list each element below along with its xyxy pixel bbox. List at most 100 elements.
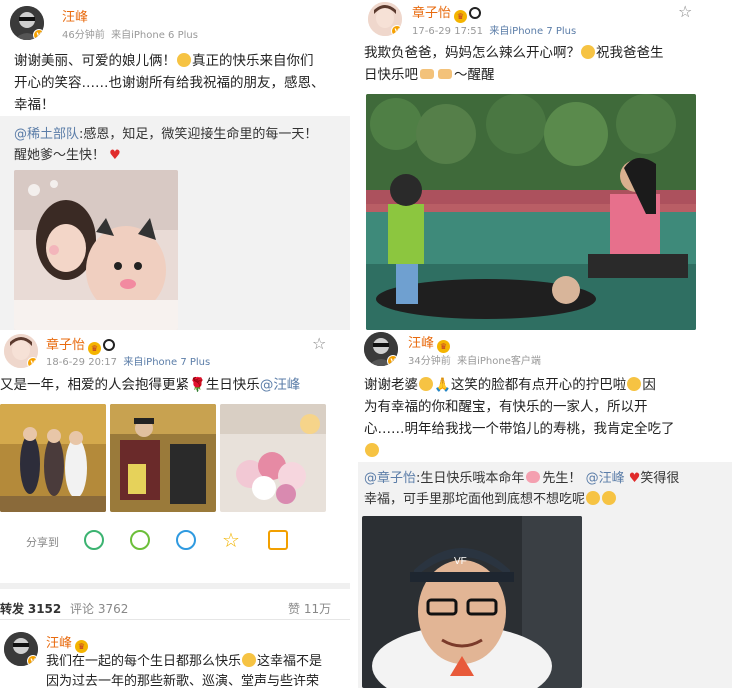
text-line: 因为过去一年的那些新歌、巡演、堂声与些许荣 <box>46 674 320 688</box>
post-source: 来自iPhone 7 Plus <box>123 357 211 368</box>
left-column: v 汪峰 46分钟前 来自iPhone 6 Plus 谢谢美丽、可爱的娘儿俩！ 真… <box>0 0 350 688</box>
heart-emoji-icon: ♥ <box>109 148 121 163</box>
qzone-icon[interactable]: ☆ <box>222 528 240 552</box>
username[interactable]: 章子怡 ♛ <box>412 2 482 23</box>
text-line: 日快乐吧 <box>364 67 418 83</box>
text-line: 心……明年给我找一个带馅儿的寿桃，我肯定全吃了 <box>364 421 675 437</box>
post-text: 我欺负爸爸，妈妈怎么辣么开心啊？ 祝我爸爸生 日快乐吧 ～醒醒 <box>364 42 714 86</box>
star-icon[interactable]: ☆ <box>678 2 692 21</box>
photo-park-family[interactable] <box>366 94 696 330</box>
photo-family-2[interactable] <box>110 404 216 512</box>
post-text: 我们在一起的每个生日都那么快乐 这幸福不是 因为过去一年的那些新歌、巡演、堂声与些… <box>46 652 350 688</box>
share-label: 分享到 <box>26 536 59 549</box>
cake-emoji-icon <box>438 69 452 79</box>
post-meta: 18-6-29 20:17 来自iPhone 7 Plus <box>46 353 210 368</box>
post-time: 18-6-29 20:17 <box>46 357 118 368</box>
panda-badge-icon <box>103 339 116 351</box>
star-icon[interactable]: ☆ <box>312 334 326 353</box>
stats-row: 转发 3152 评论 3762 赞 11万 <box>0 592 350 620</box>
post-time: 46分钟前 <box>62 30 105 41</box>
photo-man-cap[interactable]: VF <box>362 516 582 688</box>
username[interactable]: 章子怡 ♛ <box>46 334 116 355</box>
heart-emoji-icon: ♥ <box>628 471 641 486</box>
username[interactable]: 汪峰 ♛ <box>408 332 451 353</box>
repost-box[interactable]: @稀土部队:感恩，知足，微笑迎接生命里的每一天！ 醒她爹～生快！ ♥ <box>0 116 350 330</box>
text-line: 又是一年，相爱的人会抱得更紧 <box>0 377 189 393</box>
pig-emoji-icon <box>526 471 541 483</box>
photo-family-1[interactable] <box>0 404 106 512</box>
mention-link[interactable]: @章子怡 <box>364 471 416 486</box>
text-line: 幸福！ <box>14 97 55 113</box>
avatar[interactable]: v <box>368 2 402 36</box>
repost-box[interactable]: @章子怡:生日快乐哦本命年 先生！ @汪峰 ♥笑得很 幸福，可手里那坨面他到底想不… <box>358 462 732 688</box>
text-line: 为有幸福的你和醒宝，有快乐的一家人，所以开 <box>364 399 648 415</box>
text-line: 这幸福不是 <box>257 654 323 669</box>
text-line: 我们在一起的每个生日都那么快乐 <box>46 654 242 669</box>
text-line: 谢谢老婆 <box>364 377 418 393</box>
username[interactable]: 汪峰 ♛ <box>46 632 89 653</box>
text-line: 先生！ <box>542 471 582 486</box>
avatar[interactable]: v <box>4 334 38 368</box>
text-line: 笑得很 <box>640 471 680 486</box>
post-text: 谢谢美丽、可爱的娘儿俩！ 真正的快乐来自你们 开心的笑容……也谢谢所有给我祝福的朋… <box>14 50 344 116</box>
post-source: 来自iPhone 7 Plus <box>489 26 577 37</box>
smile-emoji-icon <box>242 653 257 667</box>
post-meta: 34分钟前 来自iPhone客户端 <box>408 352 541 367</box>
qq-icon[interactable] <box>176 530 196 550</box>
avatar[interactable]: v <box>364 332 398 366</box>
username-text: 汪峰 <box>46 636 73 651</box>
post-text: 谢谢老婆 🙏这笑的脸都有点开心的拧巴啦因 为有幸福的你和醒宝，有快乐的一家人，所以… <box>364 374 724 462</box>
sweat-emoji-icon <box>602 491 617 505</box>
mention-link[interactable]: @汪峰 <box>586 471 625 486</box>
weibo-post: v 章子怡 ♛ 17-6-29 17:51 来自iPhone 7 Plus ☆ 我… <box>358 0 732 330</box>
like-label: 赞 <box>288 602 301 616</box>
moments-icon[interactable] <box>130 530 150 550</box>
post-time: 17-6-29 17:51 <box>412 26 484 37</box>
text-line: 真正的快乐来自你们 <box>192 53 314 69</box>
text-line: ～醒醒 <box>454 67 495 83</box>
section-divider <box>0 583 350 589</box>
username-text: 章子怡 <box>46 338 86 353</box>
smile-emoji-icon <box>581 45 595 59</box>
share-row: 分享到 ☆ <box>0 524 350 560</box>
rose-emoji-icon: 🌹 <box>189 377 206 393</box>
text-line: 谢谢美丽、可爱的娘儿俩！ <box>14 53 176 69</box>
export-icon[interactable] <box>268 530 288 550</box>
repost-tab[interactable]: 转发 3152 <box>0 600 61 617</box>
text-line: 这笑的脸都有点开心的拧巴啦 <box>450 377 627 393</box>
cake-emoji-icon <box>420 69 434 79</box>
avatar[interactable]: v <box>4 632 38 666</box>
weibo-post: v 汪峰 46分钟前 来自iPhone 6 Plus 谢谢美丽、可爱的娘儿俩！ 真… <box>0 0 350 330</box>
text-line: 幸福，可手里那坨面他到底想不想吃呢 <box>364 492 586 507</box>
grin-emoji-icon <box>627 377 642 391</box>
wechat-icon[interactable] <box>84 530 104 550</box>
repost-count: 3152 <box>27 602 62 616</box>
repost-label: 转发 <box>0 602 25 616</box>
laugh-emoji-icon <box>586 491 601 505</box>
smile-emoji-icon <box>177 53 191 67</box>
avatar[interactable]: v <box>10 6 44 40</box>
photo-mother-baby[interactable] <box>14 170 178 330</box>
repost-text: @章子怡:生日快乐哦本命年 先生！ @汪峰 ♥笑得很 幸福，可手里那坨面他到底想不… <box>364 468 726 510</box>
mention-link[interactable]: @汪峰 <box>260 377 301 393</box>
post-source: 来自iPhone 6 Plus <box>111 30 198 41</box>
photo-flowers[interactable] <box>220 404 326 512</box>
mention-link[interactable]: @稀土部队 <box>14 127 79 142</box>
post-source: 来自iPhone客户端 <box>457 356 541 367</box>
panda-badge-icon <box>469 7 482 19</box>
like-tab[interactable]: 赞 11万 <box>288 600 331 617</box>
comment-count: 3762 <box>97 602 129 616</box>
weibo-post: v 汪峰 ♛ 34分钟前 来自iPhone客户端 谢谢老婆 🙏这笑的脸都有点开心的拧… <box>358 330 732 688</box>
text-line: 因 <box>642 377 656 393</box>
smile-emoji-icon <box>419 377 433 391</box>
pray-emoji-icon: 🙏 <box>434 377 451 393</box>
post-meta: 46分钟前 来自iPhone 6 Plus <box>62 26 198 41</box>
comment-tab[interactable]: 评论 3762 <box>70 600 128 617</box>
repost-text: @稀土部队:感恩，知足，微笑迎接生命里的每一天！ 醒她爹～生快！ ♥ <box>14 124 344 166</box>
username-text: 章子怡 <box>412 6 452 21</box>
text-line: 开心的笑容……也谢谢所有给我祝福的朋友，感恩、 <box>14 75 325 91</box>
text-line: 醒她爹～生快！ <box>14 148 106 163</box>
svg-text:VF: VF <box>454 556 467 567</box>
username[interactable]: 汪峰 <box>62 6 88 25</box>
weibo-post: v 章子怡 ♛ 18-6-29 20:17 来自iPhone 7 Plus ☆ 又… <box>0 330 350 580</box>
